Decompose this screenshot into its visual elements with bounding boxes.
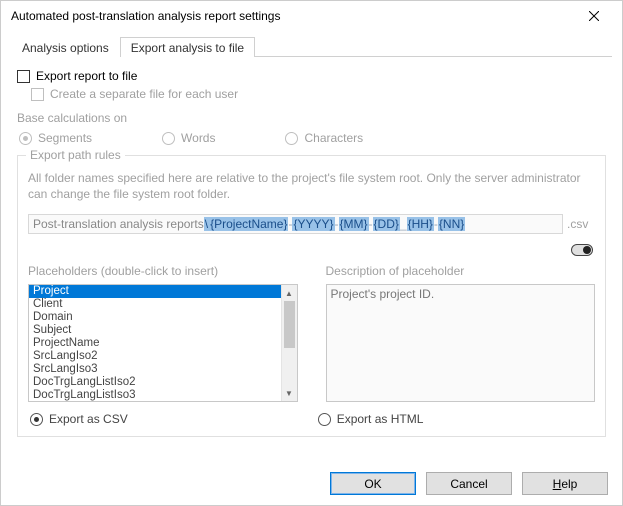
tab-export-analysis[interactable]: Export analysis to file	[120, 37, 255, 57]
description-label: Description of placeholder	[326, 264, 596, 278]
dialog-footer: OK Cancel Help	[330, 472, 608, 495]
radio-characters-label: Characters	[304, 131, 363, 145]
close-button[interactable]	[574, 2, 614, 30]
toggle-knob-icon	[583, 246, 591, 254]
list-item[interactable]: Subject	[29, 324, 281, 337]
scroll-down-icon[interactable]: ▼	[282, 385, 297, 401]
radio-segments[interactable]: Segments	[19, 131, 92, 145]
path-ph: {NN}	[438, 217, 465, 231]
export-format-group: Export as CSV Export as HTML	[30, 412, 595, 426]
base-calc-group: Segments Words Characters	[19, 131, 606, 145]
radio-words-label: Words	[181, 131, 215, 145]
export-path-input[interactable]: Post-translation analysis reports\{Proje…	[28, 214, 563, 234]
placeholders-label: Placeholders (double-click to insert)	[28, 264, 298, 278]
tab-strip: Analysis options Export analysis to file	[11, 35, 612, 57]
radio-dot-icon	[318, 413, 331, 426]
listbox-scrollbar[interactable]: ▲ ▼	[281, 285, 297, 401]
export-path-row: Post-translation analysis reports\{Proje…	[28, 214, 595, 234]
export-to-file-label: Export report to file	[36, 69, 137, 83]
list-item[interactable]: Project	[29, 285, 281, 298]
base-calc-label: Base calculations on	[17, 111, 606, 125]
list-item[interactable]: Domain	[29, 311, 281, 324]
separate-file-label: Create a separate file for each user	[50, 87, 238, 101]
separate-file-row: Create a separate file for each user	[31, 87, 606, 101]
list-item[interactable]: Client	[29, 298, 281, 311]
scroll-track[interactable]	[282, 301, 297, 385]
export-to-file-row: Export report to file	[17, 69, 606, 83]
path-ph: {MM}	[339, 217, 369, 231]
list-item[interactable]: ProjectName	[29, 337, 281, 350]
radio-segments-label: Segments	[38, 131, 92, 145]
titlebar: Automated post-translation analysis repo…	[1, 1, 622, 31]
description-box: Project's project ID.	[326, 284, 596, 402]
help-button[interactable]: Help	[522, 472, 608, 495]
radio-export-csv[interactable]: Export as CSV	[30, 412, 128, 426]
export-path-ext: .csv	[567, 217, 595, 231]
path-prefix: Post-translation analysis reports	[33, 217, 204, 231]
placeholders-col: Placeholders (double-click to insert) Pr…	[28, 264, 298, 402]
radio-characters[interactable]: Characters	[285, 131, 363, 145]
dialog-title: Automated post-translation analysis repo…	[11, 9, 574, 23]
placeholder-columns: Placeholders (double-click to insert) Pr…	[28, 264, 595, 402]
path-underscore: _	[400, 217, 407, 231]
radio-dot-icon	[285, 132, 298, 145]
tab-analysis-options[interactable]: Analysis options	[11, 37, 120, 57]
export-path-help: All folder names specified here are rela…	[28, 170, 595, 202]
path-ph: {YYYY}	[292, 217, 334, 231]
list-item[interactable]: SrcLangIso3	[29, 363, 281, 376]
export-to-file-checkbox[interactable]	[17, 70, 30, 83]
path-ph: {ProjectName}	[209, 217, 288, 231]
export-path-rules-group: Export path rules All folder names speci…	[17, 155, 606, 437]
radio-export-html-label: Export as HTML	[337, 412, 424, 426]
help-label: Help	[553, 477, 578, 491]
path-toggle[interactable]	[571, 244, 593, 256]
list-item[interactable]: SrcLangIso2	[29, 350, 281, 363]
path-ph: {DD}	[373, 217, 400, 231]
ok-label: OK	[364, 477, 381, 491]
radio-dot-icon	[162, 132, 175, 145]
path-ph: {HH}	[407, 217, 434, 231]
radio-dot-icon	[30, 413, 43, 426]
radio-dot-icon	[19, 132, 32, 145]
cancel-label: Cancel	[450, 477, 487, 491]
separate-file-checkbox[interactable]	[31, 88, 44, 101]
cancel-button[interactable]: Cancel	[426, 472, 512, 495]
radio-export-html[interactable]: Export as HTML	[318, 412, 424, 426]
content: Analysis options Export analysis to file…	[1, 31, 622, 441]
list-item[interactable]: DocTrgLangListIso2	[29, 376, 281, 389]
export-path-rules-legend: Export path rules	[26, 148, 125, 162]
list-item[interactable]: DocTrgLangListIso3	[29, 389, 281, 401]
close-icon	[589, 11, 599, 21]
placeholders-listbox[interactable]: Project Client Domain Subject ProjectNam…	[28, 284, 298, 402]
radio-words[interactable]: Words	[162, 131, 215, 145]
placeholders-items: Project Client Domain Subject ProjectNam…	[29, 285, 281, 401]
dialog: Automated post-translation analysis repo…	[0, 0, 623, 506]
toggle-wrap	[28, 238, 593, 260]
radio-export-csv-label: Export as CSV	[49, 412, 128, 426]
scroll-thumb[interactable]	[284, 301, 295, 347]
ok-button[interactable]: OK	[330, 472, 416, 495]
description-col: Description of placeholder Project's pro…	[326, 264, 596, 402]
tab-pane-export: Export report to file Create a separate …	[11, 57, 612, 441]
scroll-up-icon[interactable]: ▲	[282, 285, 297, 301]
